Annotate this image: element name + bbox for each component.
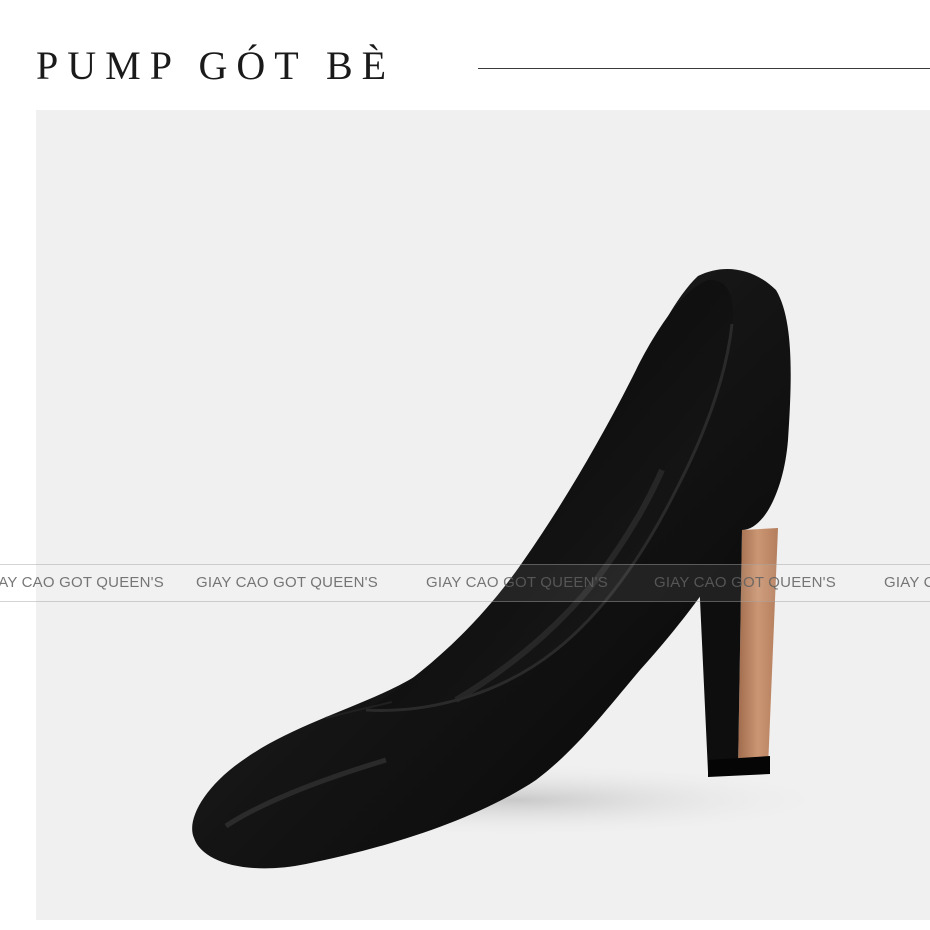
watermark-text: GIAY CAO GOT QUEEN'S — [426, 574, 608, 591]
watermark-text: GIAY CAO GOT QUEEN'S — [0, 574, 164, 591]
product-photo — [36, 110, 930, 920]
page-title: PUMP GÓT BÈ — [36, 43, 396, 88]
watermark-text: GIAY CAO GOT QUEEN'S — [884, 574, 930, 591]
watermark-text: GIAY CAO GOT QUEEN'S — [654, 574, 836, 591]
watermark-text: GIAY CAO GOT QUEEN'S — [196, 574, 378, 591]
product-banner: PUMP GÓT BÈ GIAY CAO GOT QUEEN'S GIAY CA… — [0, 0, 930, 930]
black-pump-shoe-image — [186, 268, 846, 869]
title-divider — [478, 68, 930, 69]
watermark-band: GIAY CAO GOT QUEEN'S GIAY CAO GOT QUEEN'… — [0, 564, 930, 602]
